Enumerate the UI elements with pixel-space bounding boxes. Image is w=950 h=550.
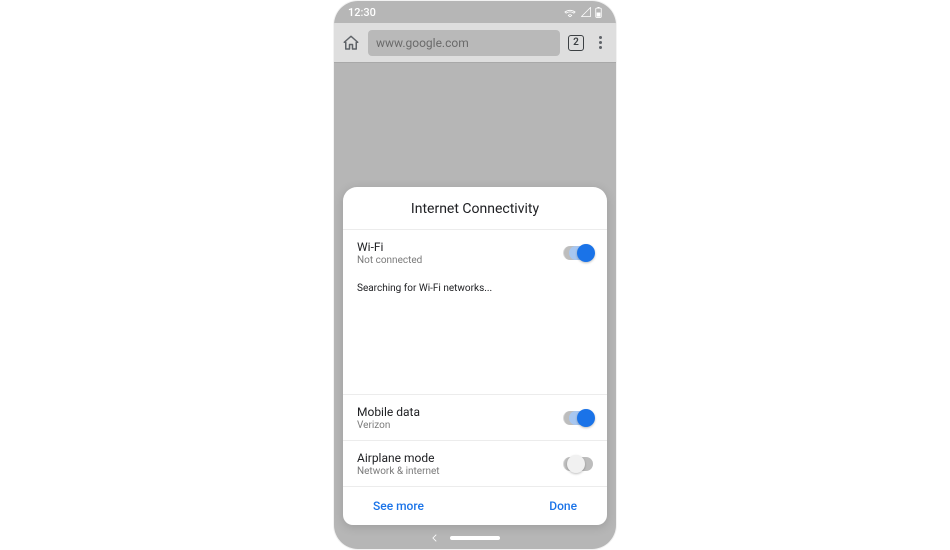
airplane-title: Airplane mode (357, 451, 440, 465)
mobile-data-toggle[interactable] (563, 411, 593, 425)
system-nav-bar (334, 527, 616, 549)
browser-toolbar: www.google.com 2 (334, 23, 616, 63)
url-text: www.google.com (376, 36, 469, 50)
wifi-icon (563, 7, 577, 17)
mobile-data-subtitle: Verizon (357, 420, 420, 431)
wifi-subtitle: Not connected (357, 255, 422, 266)
tab-count: 2 (573, 37, 579, 48)
airplane-toggle[interactable] (563, 457, 593, 471)
home-icon[interactable] (342, 34, 360, 52)
done-button[interactable]: Done (549, 499, 577, 513)
status-bar: 12:30 (334, 1, 616, 23)
see-more-button[interactable]: See more (373, 499, 424, 513)
back-icon[interactable] (430, 533, 440, 543)
internet-connectivity-sheet: Internet Connectivity Wi-Fi Not connecte… (343, 187, 607, 525)
mobile-data-title: Mobile data (357, 405, 420, 419)
sheet-actions: See more Done (343, 486, 607, 525)
url-bar[interactable]: www.google.com (368, 30, 560, 56)
wifi-toggle[interactable] (563, 246, 593, 260)
home-pill[interactable] (450, 536, 500, 540)
wifi-title: Wi-Fi (357, 240, 422, 254)
wifi-searching-text: Searching for Wi-Fi networks... (343, 275, 607, 394)
clock: 12:30 (348, 6, 376, 19)
signal-icon (581, 7, 591, 17)
tab-switcher[interactable]: 2 (568, 35, 584, 51)
overflow-menu-icon[interactable] (592, 36, 608, 49)
airplane-mode-row[interactable]: Airplane mode Network & internet (343, 440, 607, 486)
sheet-title: Internet Connectivity (343, 187, 607, 229)
battery-icon (595, 7, 602, 18)
mobile-data-row[interactable]: Mobile data Verizon (343, 394, 607, 440)
phone-frame: 12:30 www.google.com 2 Internet Connecti… (334, 1, 616, 549)
airplane-subtitle: Network & internet (357, 466, 440, 477)
status-icons (563, 7, 602, 18)
wifi-row[interactable]: Wi-Fi Not connected (343, 229, 607, 275)
